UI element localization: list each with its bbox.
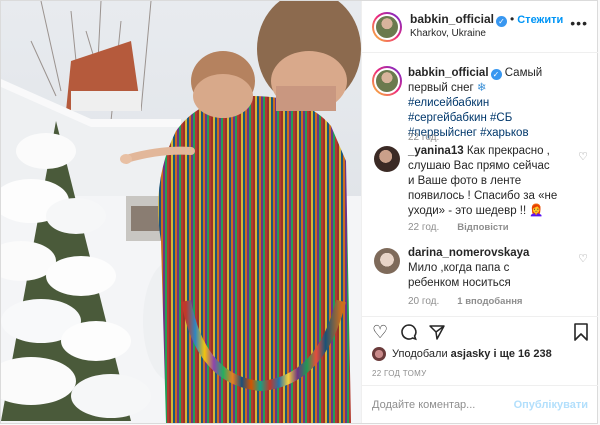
add-comment-bar: Додайте коментар... Опублікувати — [362, 385, 598, 423]
photo-man-holding-baby-snow — [1, 1, 361, 423]
post-timestamp[interactable]: 22 ГОД ТОМУ — [372, 369, 427, 378]
verified-badge-icon: ✓ — [496, 16, 508, 27]
commenter-avatar[interactable] — [374, 248, 400, 274]
comment-username[interactable]: _yanina13 — [408, 145, 464, 157]
comment-icon[interactable] — [400, 323, 418, 344]
likes-line: Уподобали asjasky і ще 16 238 — [372, 347, 552, 361]
share-icon[interactable] — [428, 323, 446, 344]
separator-dot: • — [510, 12, 515, 26]
avatar — [374, 68, 400, 94]
comment-meta: 22 год. Відповісти — [408, 222, 509, 233]
liker-avatar[interactable] — [372, 347, 386, 361]
post-photo[interactable] — [1, 1, 361, 423]
comment-like-heart-icon[interactable]: ♡ — [578, 150, 588, 163]
comment-body: darina_nomerovskaya Мило ,когда папа с р… — [408, 246, 558, 291]
comment-meta: 20 год. 1 вподобання — [408, 296, 522, 307]
heart-icon[interactable]: ♡ — [372, 323, 388, 341]
caption-username[interactable]: babkin_official — [408, 67, 489, 79]
instagram-post: babkin_official ✓ • Стежити Kharkov, Ukrain… — [0, 0, 598, 424]
post-sidebar: babkin_official ✓ • Стежити Kharkov, Ukrain… — [361, 1, 598, 423]
comments-list: babkin_official ✓ Самый первый снег ❄ #ел… — [362, 54, 598, 316]
comment-username[interactable]: darina_nomerovskaya — [408, 247, 529, 259]
action-bar: ♡ — [362, 316, 598, 342]
follow-button[interactable]: Стежити — [517, 14, 563, 26]
location-link[interactable]: Kharkov, Ukraine — [410, 27, 563, 41]
liker-username[interactable]: asjasky — [451, 348, 491, 360]
verified-badge-icon: ✓ — [490, 69, 502, 80]
more-dots-icon[interactable]: ••• — [570, 15, 588, 31]
comment-time[interactable]: 20 год. — [408, 296, 439, 307]
avatar-story-ring[interactable] — [372, 11, 402, 42]
comment-emoji: 👩‍🦰 — [529, 205, 544, 217]
likes-count[interactable]: і ще 16 238 — [493, 348, 551, 360]
avatar — [374, 13, 400, 40]
publish-button[interactable]: Опублікувати — [514, 399, 588, 411]
snowflake-emoji: ❄ — [476, 82, 487, 94]
comment-time[interactable]: 22 год. — [408, 222, 439, 233]
caption-time[interactable]: 22 год. — [408, 132, 439, 143]
comment-likes-count[interactable]: 1 вподобання — [457, 296, 522, 307]
comment-body: _yanina13 Как прекрасно , слушаю Вас пря… — [408, 144, 558, 219]
likes-prefix: Уподобали — [392, 348, 448, 360]
bookmark-icon[interactable] — [574, 323, 588, 344]
comment-text: Мило ,когда папа с ребенком носиться — [408, 262, 511, 289]
author-username[interactable]: babkin_official — [410, 12, 494, 26]
add-comment-input[interactable]: Додайте коментар... — [372, 399, 475, 411]
post-header: babkin_official ✓ • Стежити Kharkov, Ukrain… — [362, 1, 598, 53]
commenter-avatar[interactable] — [374, 146, 400, 172]
comment-like-heart-icon[interactable]: ♡ — [578, 252, 588, 265]
reply-button[interactable]: Відповісти — [457, 222, 508, 233]
caption-body: babkin_official ✓ Самый первый снег ❄ #ел… — [408, 66, 568, 141]
caption-avatar[interactable] — [372, 66, 402, 96]
